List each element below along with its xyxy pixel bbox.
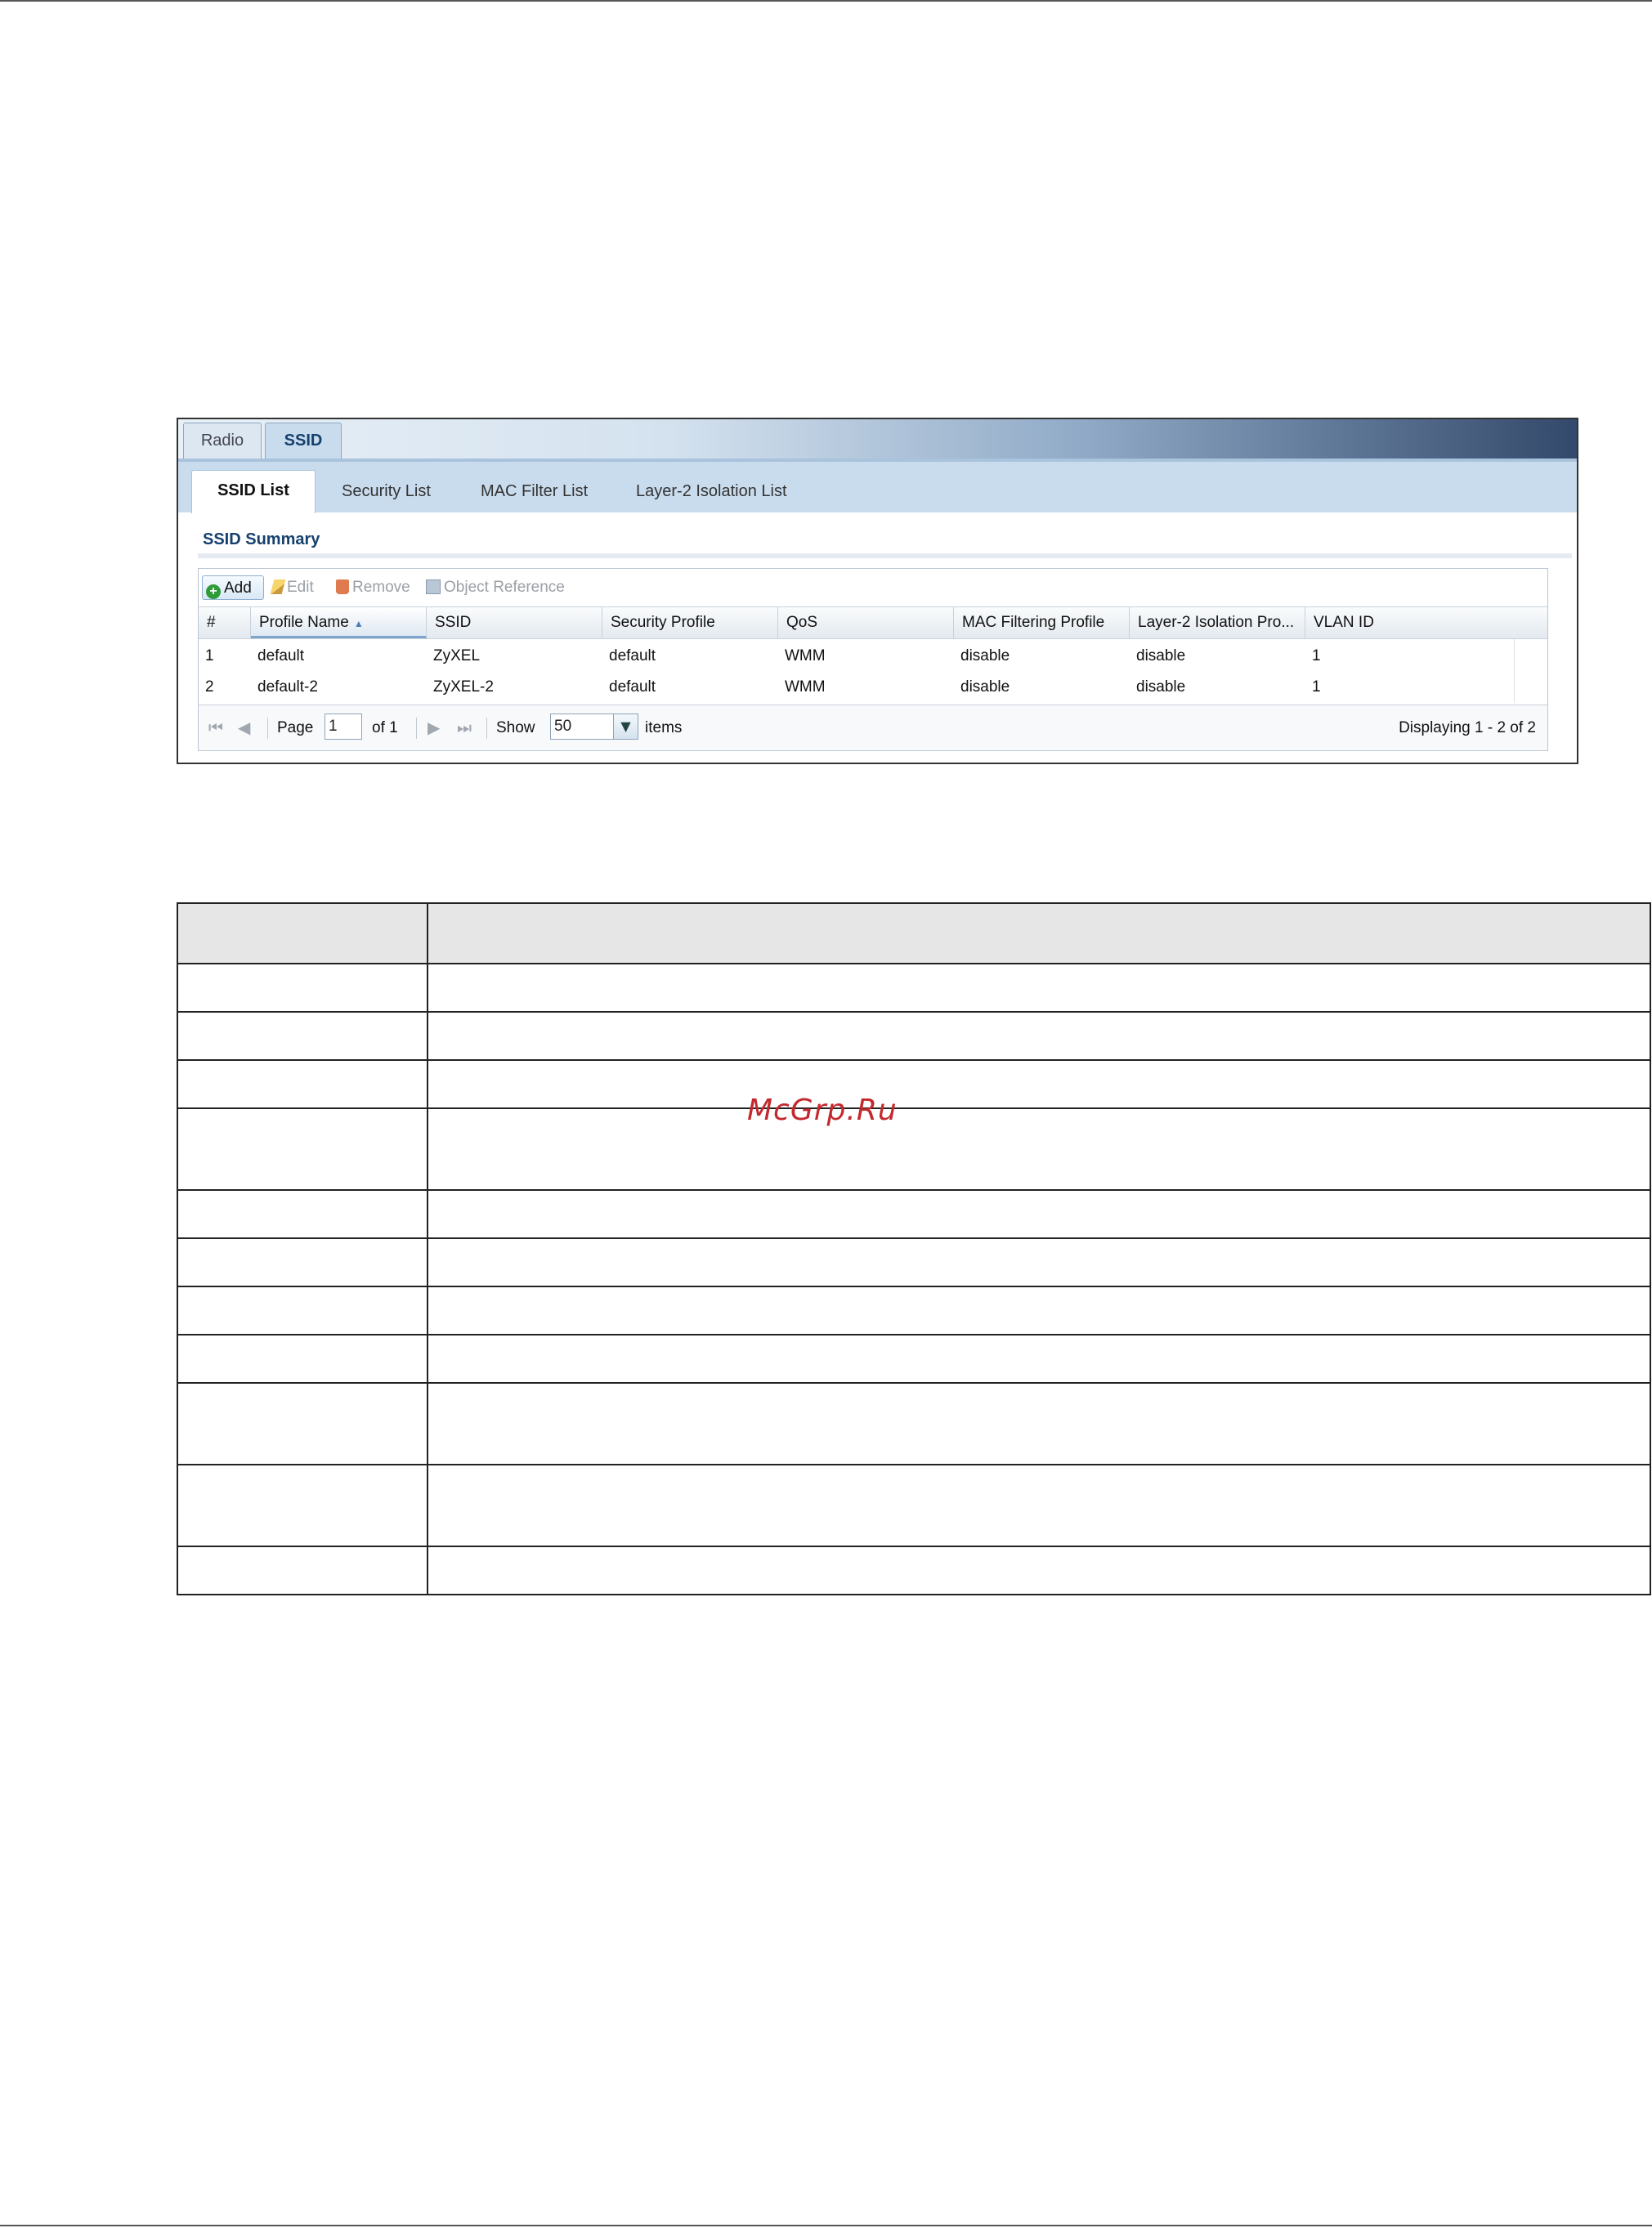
- cell-layer2-isolation-profile: disable: [1136, 678, 1186, 696]
- cell-index: 1: [205, 647, 214, 664]
- section-divider: [198, 553, 1572, 558]
- column-header-mac-filtering-profile[interactable]: MAC Filtering Profile: [954, 607, 1130, 638]
- trash-icon: [336, 579, 349, 594]
- description-row: [177, 1286, 1651, 1335]
- tab-layer2-isolation-list[interactable]: Layer-2 Isolation List: [636, 472, 787, 511]
- add-button[interactable]: + Add: [202, 575, 264, 600]
- page-size-select[interactable]: 50: [550, 714, 614, 740]
- ssid-grid: + Add Edit Remove Object Reference # Prof…: [198, 568, 1548, 751]
- cell-qos: WMM: [785, 678, 826, 696]
- description-row: [177, 1334, 1651, 1384]
- object-reference-label: Object Reference: [444, 579, 565, 596]
- page-count-label: of 1: [372, 719, 398, 736]
- object-reference-icon: [426, 579, 441, 594]
- cell-profile-name: default: [257, 647, 305, 664]
- cell-security-profile: default: [609, 647, 656, 664]
- column-header-ssid[interactable]: SSID: [427, 607, 602, 638]
- bottom-rule: [0, 2225, 1652, 2226]
- description-row: [177, 1237, 1651, 1287]
- description-row: [177, 1011, 1651, 1061]
- edit-label: Edit: [287, 579, 314, 596]
- description-row: [177, 1382, 1651, 1465]
- tab-security-list[interactable]: Security List: [342, 472, 431, 511]
- top-rule: [0, 0, 1652, 2]
- sort-ascending-icon: ▲: [353, 618, 364, 629]
- column-header-index[interactable]: #: [199, 607, 251, 638]
- pagination-bar: ⏮ ◀ Page 1 of 1 ▶ ⏭ Show 50 ▼ items Disp…: [199, 705, 1547, 750]
- tab-ssid[interactable]: SSID: [265, 423, 342, 459]
- description-row: [177, 1546, 1651, 1595]
- tab-mac-filter-list[interactable]: MAC Filter List: [481, 472, 588, 511]
- pencil-icon: [270, 579, 286, 594]
- page-number-input[interactable]: 1: [325, 714, 362, 740]
- displaying-status: Displaying 1 - 2 of 2: [1399, 719, 1536, 736]
- table-header: # Profile Name ▲ SSID Security Profile Qo…: [199, 606, 1547, 639]
- scrollbar-track[interactable]: [1514, 639, 1547, 703]
- last-page-icon[interactable]: ⏭: [457, 717, 472, 740]
- field-description-table: [177, 902, 1651, 1595]
- profile-name-header-label: Profile Name: [259, 614, 349, 631]
- cell-vlan-id: 1: [1312, 678, 1321, 696]
- cell-ssid: ZyXEL-2: [433, 678, 494, 696]
- cell-vlan-id: 1: [1312, 647, 1321, 664]
- cell-mac-filtering-profile: disable: [960, 647, 1010, 664]
- description-row: [177, 1464, 1651, 1547]
- cell-security-profile: default: [609, 678, 656, 696]
- description-table-header: [177, 902, 1651, 964]
- pager-divider: [267, 718, 268, 739]
- chevron-down-icon[interactable]: ▼: [614, 714, 638, 740]
- remove-button[interactable]: Remove: [333, 575, 410, 600]
- cell-mac-filtering-profile: disable: [960, 678, 1010, 696]
- show-label: Show: [496, 719, 535, 736]
- cell-qos: WMM: [785, 647, 826, 664]
- column-header-layer2-isolation-profile[interactable]: Layer-2 Isolation Pro...: [1130, 607, 1305, 638]
- watermark: McGrp.Ru: [747, 1094, 898, 1127]
- column-header-vlan-id[interactable]: VLAN ID: [1305, 607, 1547, 638]
- items-label: items: [645, 719, 683, 736]
- column-header-profile-name[interactable]: Profile Name ▲: [251, 607, 427, 638]
- grid-toolbar: + Add Edit Remove Object Reference: [199, 569, 1547, 605]
- pager-divider: [486, 718, 487, 739]
- pager-divider: [416, 718, 417, 739]
- add-label: Add: [224, 579, 252, 597]
- cell-profile-name: default-2: [257, 678, 318, 696]
- tab-ssid-list[interactable]: SSID List: [191, 470, 316, 513]
- column-header-qos[interactable]: QoS: [778, 607, 954, 638]
- cell-ssid: ZyXEL: [433, 647, 481, 664]
- column-header-security-profile[interactable]: Security Profile: [602, 607, 778, 638]
- first-page-icon[interactable]: ⏮: [208, 717, 223, 740]
- tab-radio[interactable]: Radio: [183, 423, 262, 459]
- next-page-icon[interactable]: ▶: [428, 717, 440, 740]
- object-reference-button[interactable]: Object Reference: [423, 575, 565, 600]
- cell-index: 2: [205, 678, 214, 696]
- cell-layer2-isolation-profile: disable: [1136, 647, 1186, 664]
- description-row: [177, 1189, 1651, 1239]
- description-row: [177, 1107, 1651, 1191]
- remove-label: Remove: [352, 579, 410, 596]
- section-title: SSID Summary: [203, 530, 320, 548]
- ssid-screen: Radio SSID SSID List Security List MAC F…: [177, 418, 1578, 764]
- description-row: [177, 963, 1651, 1013]
- description-row: [177, 1059, 1651, 1109]
- page-label: Page: [277, 719, 314, 736]
- table-row[interactable]: 1 default ZyXEL default WMM disable disa…: [199, 641, 1498, 672]
- top-tab-bar: Radio SSID: [178, 419, 1577, 459]
- previous-page-icon[interactable]: ◀: [238, 717, 250, 740]
- add-icon: +: [206, 584, 221, 599]
- edit-button[interactable]: Edit: [269, 575, 314, 600]
- table-row[interactable]: 2 default-2 ZyXEL-2 default WMM disable …: [199, 672, 1498, 703]
- sub-tab-bar: SSID List Security List MAC Filter List …: [178, 459, 1577, 513]
